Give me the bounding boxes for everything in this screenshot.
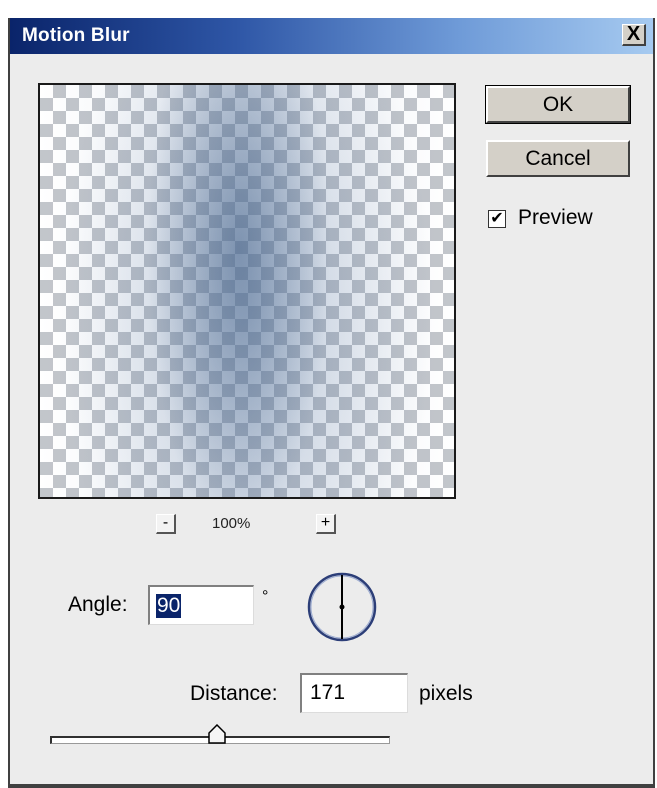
slider-thumb-shape [207,724,226,744]
angle-input[interactable]: 90 [148,585,254,625]
zoom-out-button[interactable]: - [156,514,176,534]
angle-value-selected: 90 [156,594,182,618]
dialog-title: Motion Blur [22,25,130,46]
distance-unit-label: pixels [419,682,473,705]
ok-button[interactable]: OK [485,85,631,124]
distance-slider-thumb[interactable] [207,724,226,744]
distance-input[interactable]: 171 [300,673,408,713]
zoom-level: 100% [212,515,251,532]
dial-center [339,604,345,610]
dialog-bottom-edge [10,784,653,788]
angle-dial-icon[interactable] [306,571,378,643]
preview-canvas[interactable] [38,83,456,499]
degree-symbol: ° [262,588,269,605]
close-button[interactable]: X [622,24,646,46]
zoom-in-button[interactable]: + [316,514,336,534]
angle-label: Angle: [68,593,128,616]
blurred-preview-image [40,85,454,497]
motion-blur-dialog: Motion Blur X - 100% + OK Cancel ✔ Previ… [8,18,655,788]
cancel-button[interactable]: Cancel [486,140,630,177]
distance-label: Distance: [190,682,278,705]
title-bar[interactable]: Motion Blur X [10,18,653,54]
preview-checkbox[interactable]: ✔ [488,210,506,228]
preview-label: Preview [518,206,593,229]
